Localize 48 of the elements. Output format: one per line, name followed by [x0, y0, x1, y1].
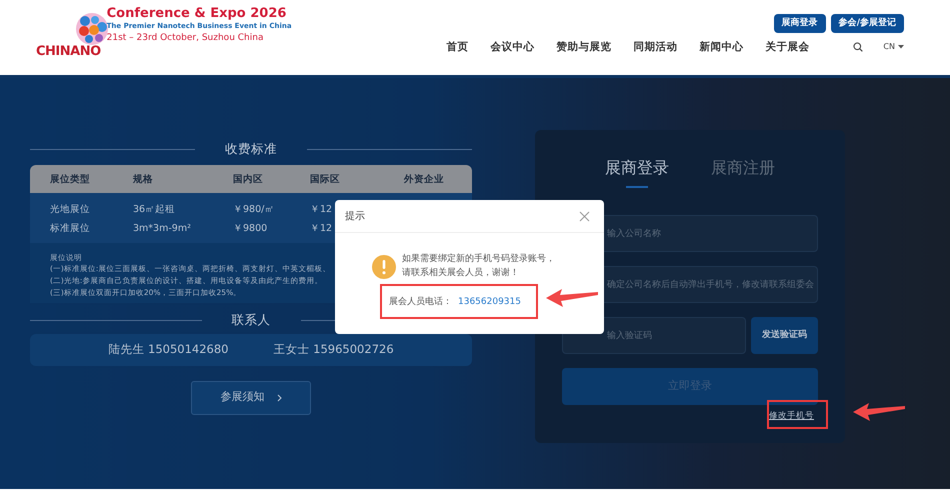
- table-cell: 标准展位: [50, 222, 90, 236]
- contact-text: 王女士 15965002726: [274, 340, 394, 358]
- arrow: [546, 288, 598, 308]
- caret-icon: [898, 45, 904, 50]
- table-cell: ￥980/㎡: [233, 202, 274, 217]
- annotation-box: [767, 400, 828, 429]
- dialog-message: 如果需要绑定新的手机号码登录账号，: [402, 252, 555, 266]
- table-cell: 光地展位: [50, 202, 90, 217]
- input-field[interactable]: 输入验证码: [562, 317, 746, 354]
- logo-wordmark: CHINANO: [36, 42, 101, 60]
- send-code-button[interactable]: 发送验证码: [751, 317, 818, 354]
- column-header: 展位类型: [50, 172, 90, 187]
- nav-link[interactable]: 赞助与展览: [556, 40, 612, 56]
- table-cell: ￥9800: [233, 222, 268, 236]
- arrow: [853, 402, 905, 422]
- chevron-icon: [276, 394, 282, 402]
- table-cell: ￥12: [310, 222, 332, 236]
- warning-icon: [372, 255, 396, 279]
- nav-link[interactable]: 首页: [446, 40, 468, 56]
- dialog-title: 提示: [345, 210, 365, 224]
- change-phone-link[interactable]: 修改手机号: [769, 410, 814, 423]
- phone-link[interactable]: 13656209315: [458, 294, 521, 310]
- search-icon[interactable]: [853, 42, 864, 52]
- table-cell: ￥12: [310, 202, 332, 217]
- table-cell: 36㎡起租: [133, 202, 176, 217]
- section-title: 联系人: [232, 310, 270, 329]
- header-button[interactable]: 展商登录: [774, 14, 826, 33]
- column-header: 国内区: [233, 172, 263, 187]
- language-dropdown[interactable]: CN: [883, 41, 904, 54]
- close-icon[interactable]: [579, 210, 590, 222]
- nav-link[interactable]: 新闻中心: [699, 40, 744, 56]
- logo-dates: 21st – 23rd October, Suzhou China: [106, 32, 264, 44]
- contact-text: 陆先生 15050142680: [108, 340, 228, 358]
- login-tab[interactable]: 展商登录: [605, 156, 669, 186]
- column-header: 国际区: [310, 172, 340, 187]
- column-header: 外资企业: [404, 172, 444, 187]
- dialog-message: 请联系相关展会人员，谢谢！: [402, 266, 520, 280]
- header-button[interactable]: 参会/参展登记: [830, 14, 904, 33]
- phone-label: 展会人员电话：: [389, 296, 452, 309]
- tab-underline: [626, 186, 648, 188]
- logo-title: Conference & Expo 2026: [106, 6, 288, 21]
- table-cell: 3m*3m-9m²: [133, 222, 191, 236]
- nav-link[interactable]: 关于展会: [765, 40, 810, 56]
- nav-link[interactable]: 同期活动: [633, 40, 678, 56]
- nav-link[interactable]: 会议中心: [490, 40, 534, 56]
- section-title: 收费标准: [225, 140, 277, 158]
- notice-button[interactable]: 参展须知: [191, 380, 311, 414]
- column-header: 规格: [133, 172, 153, 187]
